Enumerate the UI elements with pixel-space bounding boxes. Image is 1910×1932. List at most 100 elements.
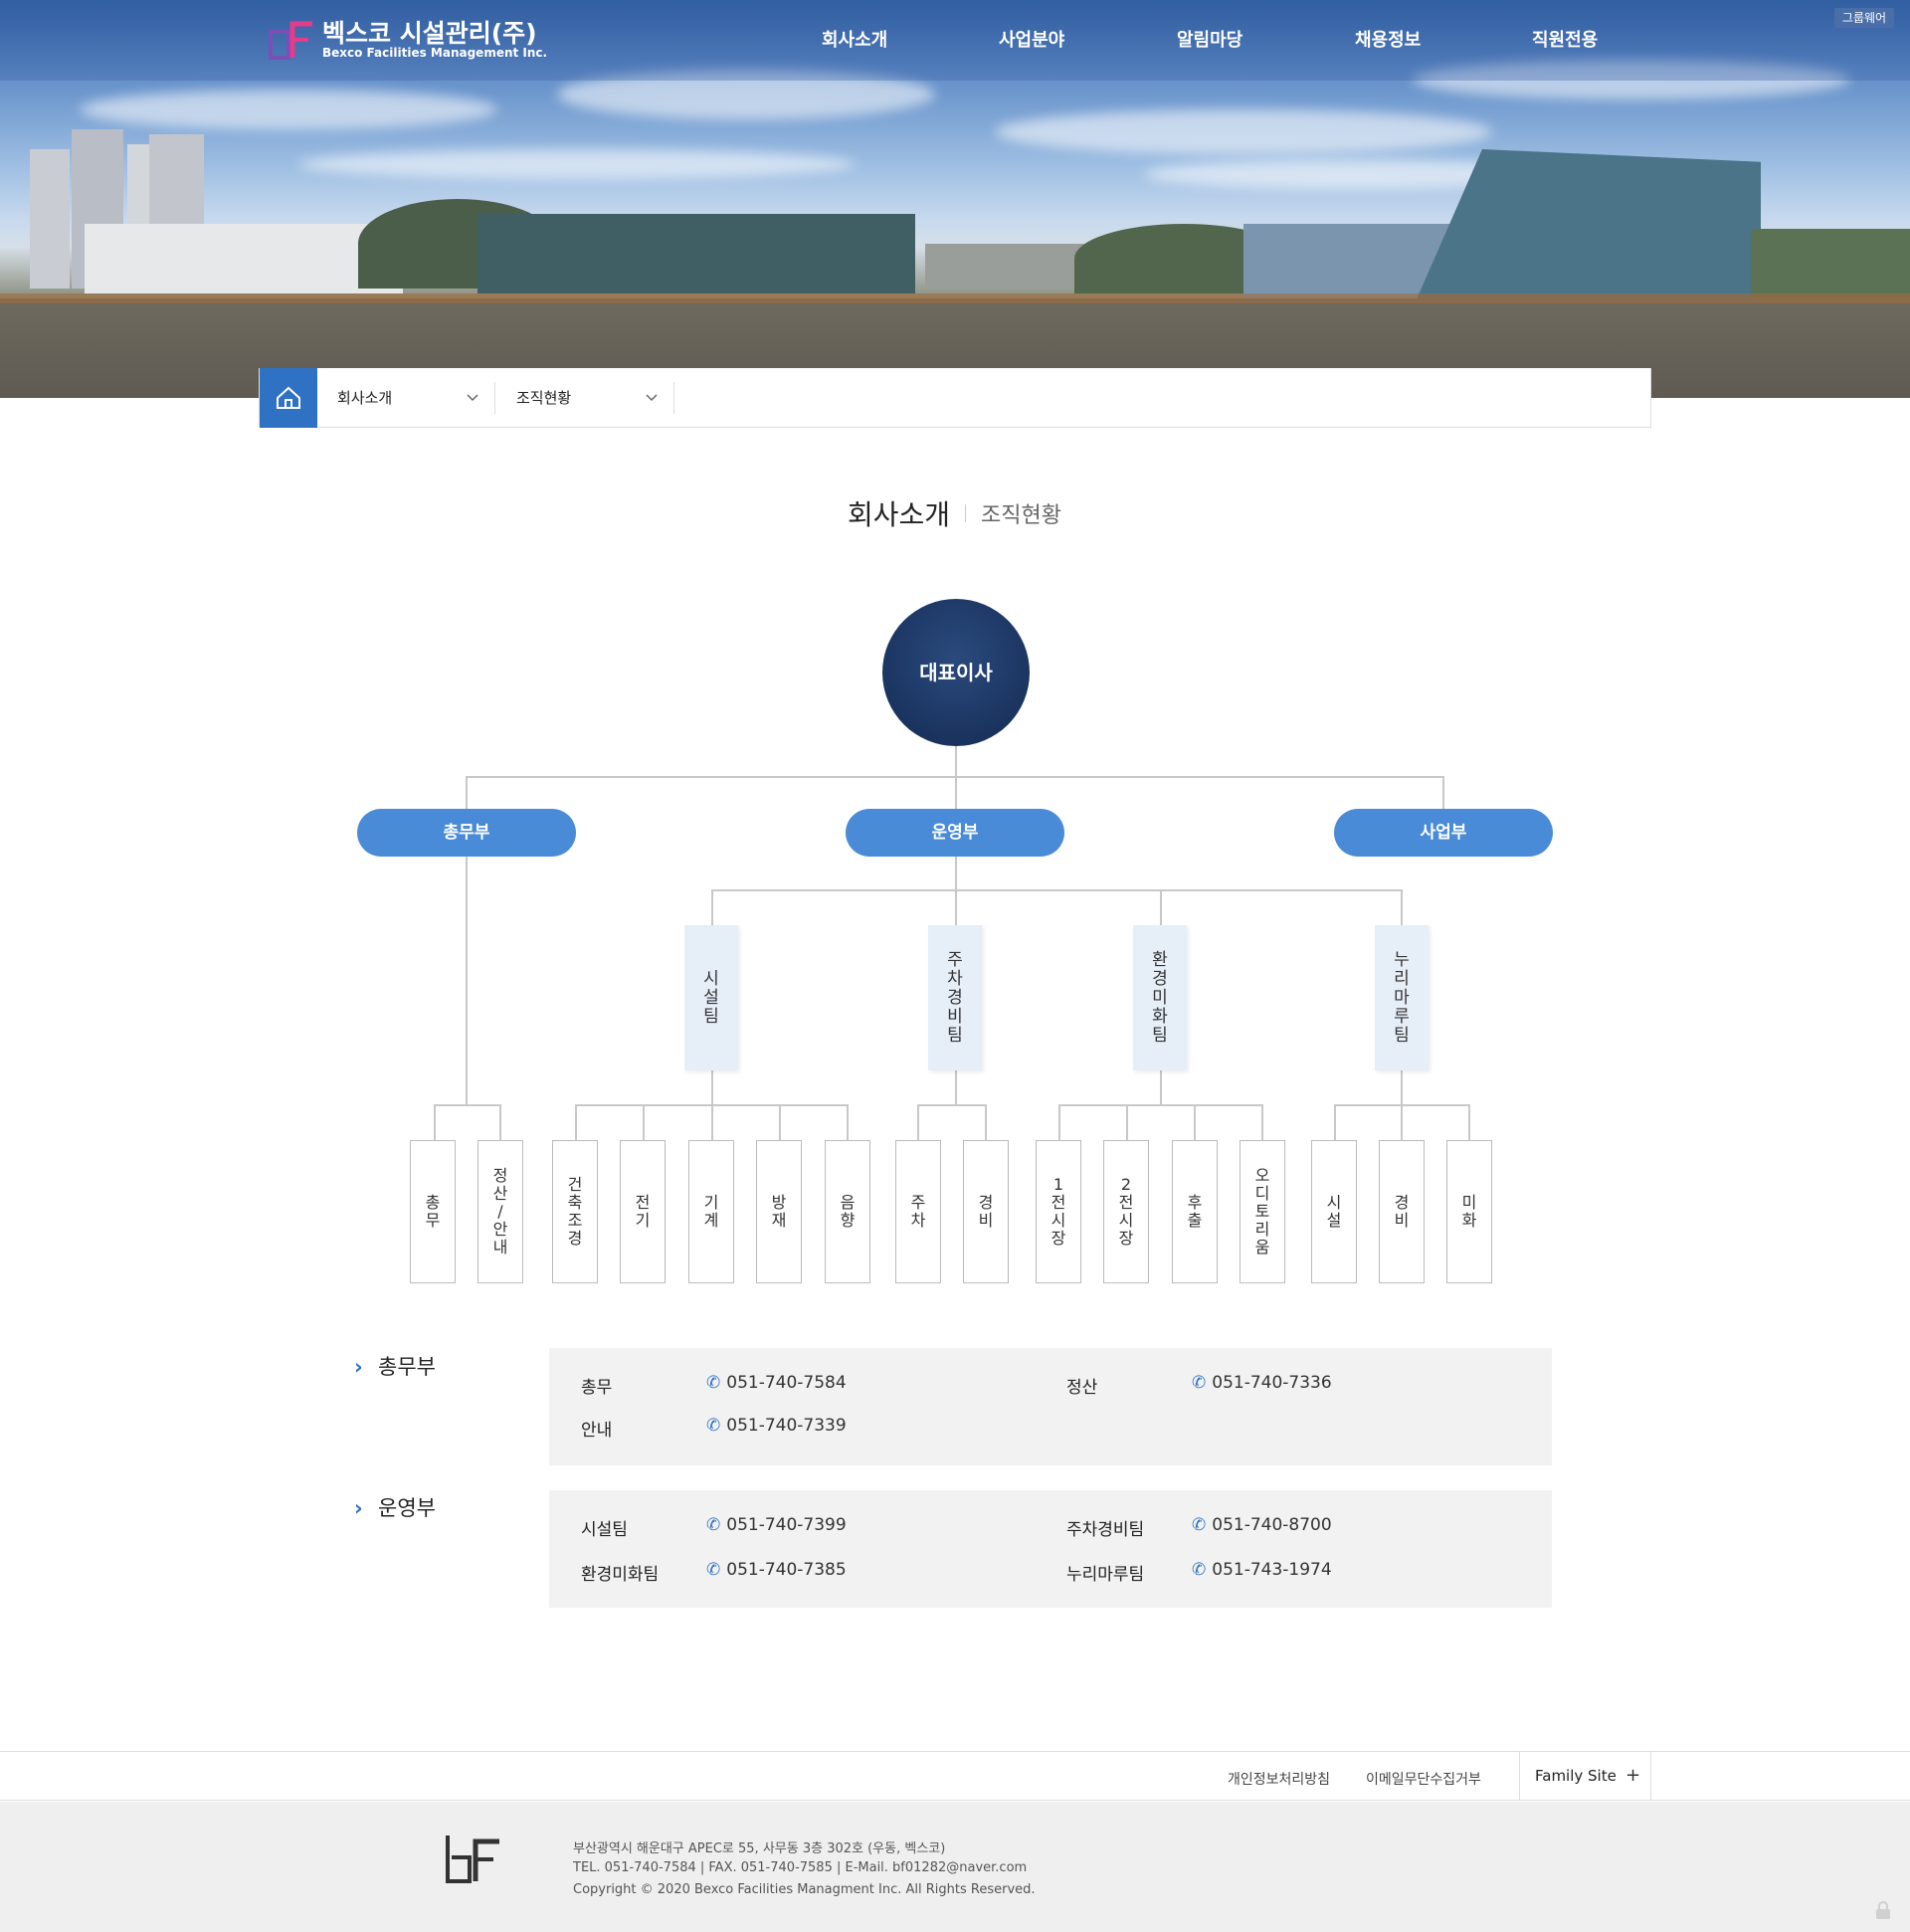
- vertical-label: 미화: [1461, 1193, 1477, 1230]
- title-divider: [965, 504, 966, 522]
- vertical-label: 1전시장: [1050, 1175, 1066, 1248]
- family-site-button[interactable]: Family Site +: [1519, 1752, 1651, 1800]
- org-unit: 미화: [1446, 1140, 1492, 1283]
- breadcrumb-divider: [494, 382, 495, 414]
- footer-link-privacy[interactable]: 개인정보처리방침: [1228, 1769, 1330, 1789]
- nav-item-recruit[interactable]: 채용정보: [1355, 26, 1421, 52]
- phone-icon: ✆: [1192, 1560, 1207, 1580]
- vertical-label: 시설: [1326, 1193, 1342, 1230]
- org-unit: 시설: [1311, 1140, 1357, 1283]
- phone-icon: ✆: [706, 1373, 721, 1393]
- org-unit: 총무: [410, 1140, 456, 1283]
- footer-logo-icon: [446, 1835, 499, 1883]
- contact-section-heading: › 총무부: [354, 1355, 436, 1379]
- org-unit: 정 산 / 안 내: [478, 1140, 523, 1283]
- contact-phone[interactable]: ✆ 051-740-7385: [706, 1560, 847, 1580]
- contact-phone[interactable]: ✆ 051-743-1974: [1192, 1560, 1332, 1580]
- contact-label: 정산: [1066, 1378, 1098, 1398]
- contact-label: 시설팀: [581, 1520, 628, 1540]
- breadcrumb-divider: [673, 382, 674, 414]
- footer-contact: TEL. 051-740-7584 | FAX. 051-740-7585 | …: [573, 1860, 1028, 1875]
- vertical-label: 오디토리움: [1254, 1166, 1270, 1256]
- phone-icon: ✆: [706, 1515, 721, 1535]
- contact-box-operations: 시설팀 ✆ 051-740-7399 주차경비팀 ✆ 051-740-8700 환경…: [549, 1490, 1552, 1608]
- breadcrumb-select-1[interactable]: 회사소개: [337, 368, 486, 428]
- logo-english-text: Bexco Facilities Management Inc.: [322, 46, 548, 60]
- vertical-label: 환경미화팀: [1152, 949, 1168, 1046]
- page-subtitle: 조직현황: [981, 503, 1061, 528]
- org-dept-general-affairs: 총무부: [357, 809, 576, 857]
- nav-item-business[interactable]: 사업분야: [999, 26, 1064, 52]
- org-dept-operations: 운영부: [846, 809, 1064, 857]
- contact-phone[interactable]: ✆ 051-740-8700: [1192, 1515, 1332, 1535]
- plus-icon: +: [1625, 1765, 1641, 1786]
- footer-link-email-policy[interactable]: 이메일무단수집거부: [1366, 1769, 1481, 1789]
- contact-label: 안내: [581, 1421, 613, 1441]
- org-team-nurimaru: 누리마루팀: [1375, 925, 1429, 1070]
- vertical-label: 총무: [425, 1193, 441, 1230]
- family-site-label: Family Site: [1535, 1767, 1617, 1785]
- chevron-down-icon: [467, 394, 478, 402]
- nav-item-notice[interactable]: 알림마당: [1177, 26, 1242, 52]
- contact-phone[interactable]: ✆ 051-740-7399: [706, 1515, 847, 1535]
- vertical-label: 후출: [1187, 1193, 1203, 1230]
- contact-phone[interactable]: ✆ 051-740-7339: [706, 1416, 847, 1436]
- lock-icon: [1876, 1901, 1890, 1919]
- phone-icon: ✆: [1192, 1373, 1207, 1393]
- footer-address: 부산광역시 해운대구 APEC로 55, 사무동 3층 302호 (우동, 벡스…: [573, 1841, 946, 1856]
- breadcrumb-level1-label: 회사소개: [337, 389, 393, 407]
- contact-label: 누리마루팀: [1066, 1565, 1145, 1585]
- org-unit: 음향: [825, 1140, 870, 1283]
- org-team-parking-security: 주차경비팀: [928, 925, 982, 1070]
- vertical-label: 기계: [703, 1193, 719, 1230]
- contact-label: 총무: [581, 1378, 613, 1398]
- phone-icon: ✆: [706, 1560, 721, 1580]
- breadcrumb: 회사소개 조직현황: [259, 368, 1651, 428]
- page-title: 회사소개: [848, 498, 951, 531]
- vertical-label: 음향: [840, 1193, 856, 1230]
- vertical-label: 누리마루팀: [1394, 949, 1410, 1046]
- vertical-label: 주차: [910, 1193, 926, 1230]
- breadcrumb-select-2[interactable]: 조직현황: [516, 368, 666, 428]
- logo-korean-text: 벡스코 시설관리(주): [322, 19, 537, 48]
- contact-phone[interactable]: ✆ 051-740-7336: [1192, 1373, 1332, 1393]
- footer-copyright: Copyright © 2020 Bexco Facilities Managm…: [573, 1882, 1036, 1897]
- vertical-label: 전기: [635, 1193, 651, 1230]
- org-unit: 2전시장: [1103, 1140, 1149, 1283]
- chevron-right-icon: ›: [354, 1496, 363, 1520]
- vertical-label: 경비: [1394, 1193, 1410, 1230]
- org-unit: 경비: [963, 1140, 1009, 1283]
- phone-icon: ✆: [1192, 1515, 1207, 1535]
- org-dept-business: 사업부: [1334, 809, 1553, 857]
- org-unit: 방재: [756, 1140, 802, 1283]
- vertical-label: 건축조경: [567, 1175, 583, 1248]
- home-icon: [277, 386, 300, 409]
- chevron-right-icon: ›: [354, 1355, 363, 1379]
- nav-item-company[interactable]: 회사소개: [822, 26, 887, 52]
- org-team-facilities: 시설팀: [684, 925, 738, 1070]
- org-unit: 경비: [1379, 1140, 1425, 1283]
- phone-icon: ✆: [706, 1416, 721, 1436]
- company-logo[interactable]: 벡스코 시설관리(주) Bexco Facilities Management …: [269, 14, 547, 64]
- org-unit: 건축조경: [552, 1140, 598, 1283]
- org-team-environment: 환경미화팀: [1133, 925, 1187, 1070]
- groupware-button[interactable]: 그룹웨어: [1834, 8, 1894, 28]
- home-button[interactable]: [260, 368, 317, 428]
- org-unit: 후출: [1172, 1140, 1218, 1283]
- vertical-label: 시설팀: [703, 968, 719, 1027]
- vertical-label: 정 산 / 안 내: [492, 1166, 508, 1256]
- org-unit: 기계: [688, 1140, 734, 1283]
- vertical-label: 경비: [978, 1193, 994, 1230]
- contact-section-heading: › 운영부: [354, 1496, 436, 1520]
- org-unit: 오디토리움: [1240, 1140, 1285, 1283]
- org-unit: 1전시장: [1036, 1140, 1081, 1283]
- nav-item-staff[interactable]: 직원전용: [1532, 26, 1598, 52]
- hero-banner: 벡스코 시설관리(주) Bexco Facilities Management …: [0, 0, 1910, 398]
- contact-box-general-affairs: 총무 ✆ 051-740-7584 정산 ✆ 051-740-7336 안내 ✆ 05…: [549, 1348, 1552, 1465]
- vertical-label: 2전시장: [1118, 1175, 1134, 1248]
- contact-phone[interactable]: ✆ 051-740-7584: [706, 1373, 847, 1393]
- org-unit: 주차: [895, 1140, 941, 1283]
- org-ceo-node: 대표이사: [882, 599, 1030, 746]
- breadcrumb-level2-label: 조직현황: [516, 389, 572, 407]
- org-unit: 전기: [620, 1140, 666, 1283]
